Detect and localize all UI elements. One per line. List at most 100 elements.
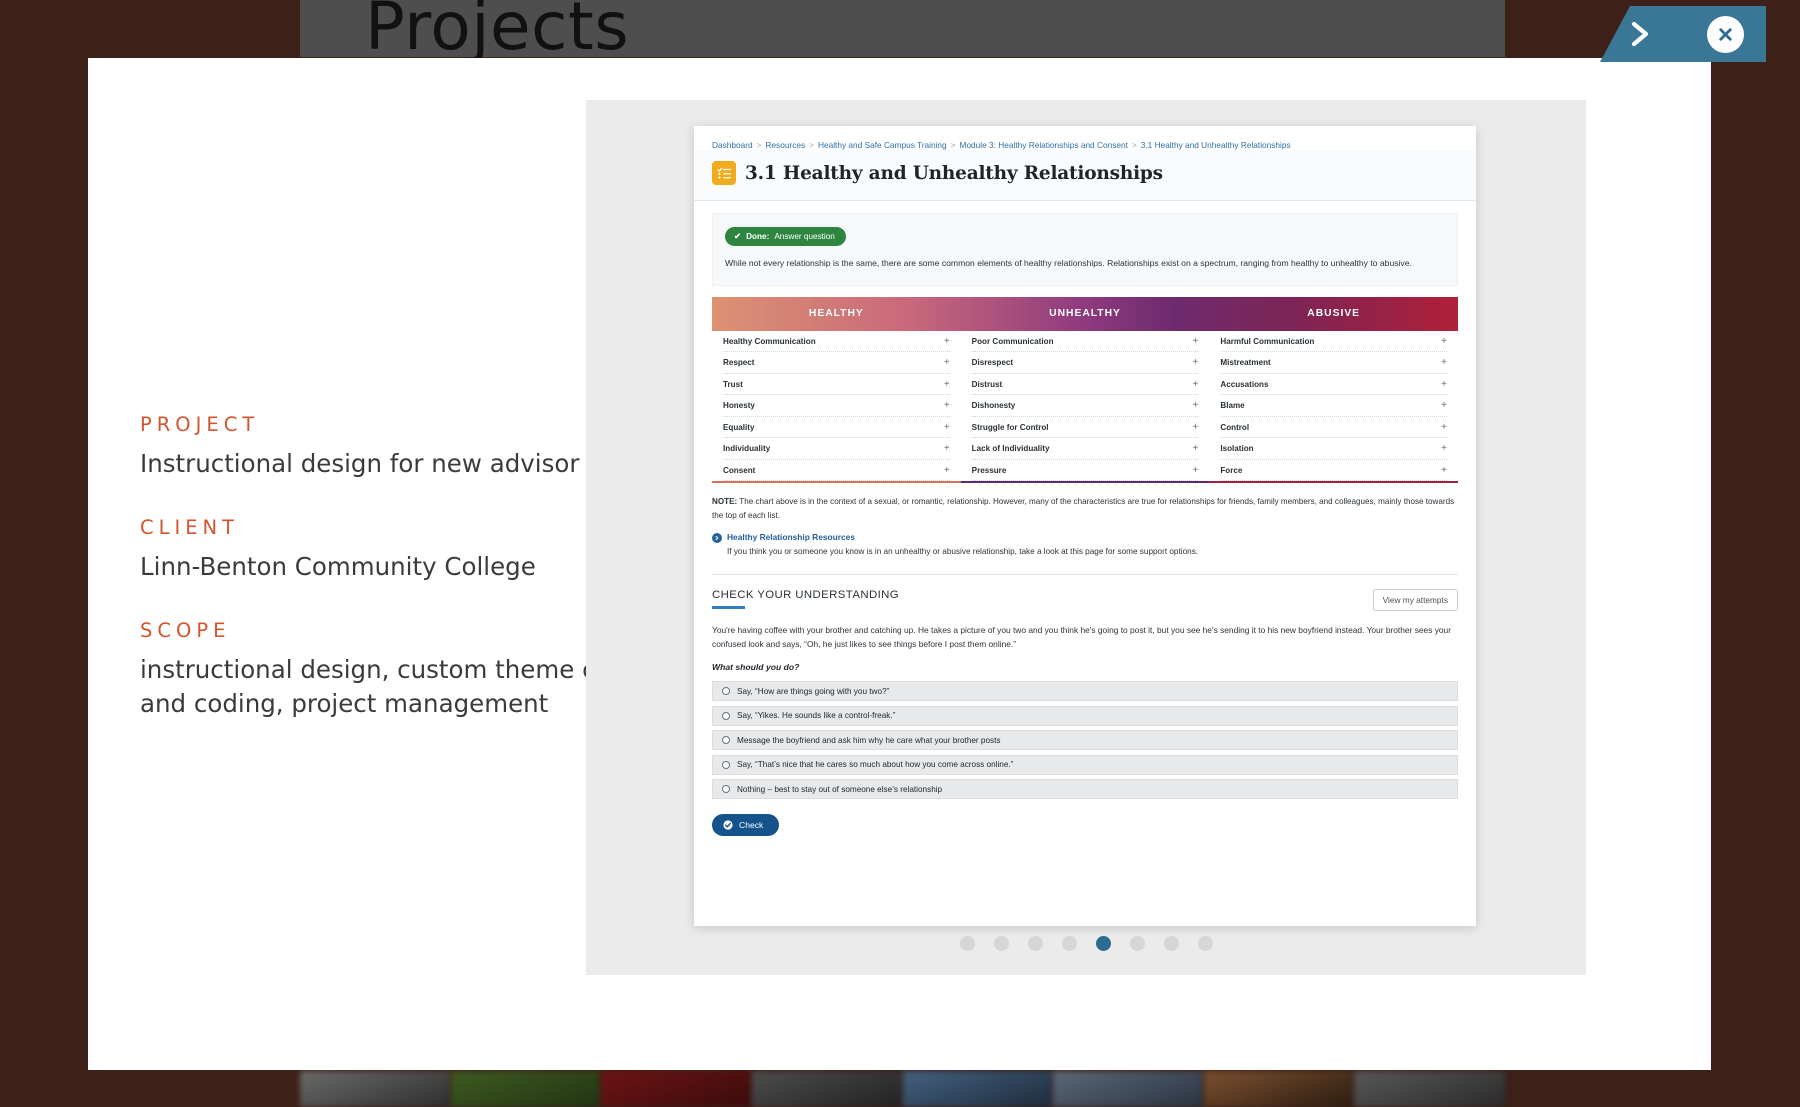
radio-button[interactable] [722,736,730,745]
carousel-dot-4[interactable] [1061,936,1077,951]
expand-icon: + [1441,400,1448,412]
spectrum-header-healthy: HEALTHY [808,308,864,320]
spectrum-item[interactable]: Equality + [723,417,950,439]
carousel-dot-6[interactable] [1129,936,1145,951]
spectrum-item-label: Healthy Communication [723,336,816,346]
spectrum-item[interactable]: Healthy Communication + [723,331,950,353]
check-understanding-title-group: CHECK YOUR UNDERSTANDING [712,589,899,609]
carousel-dot-1[interactable] [959,936,975,951]
spectrum-item[interactable]: Poor Communication + [971,331,1199,353]
spectrum-item[interactable]: Trust + [723,374,950,396]
expand-icon: + [1441,421,1448,433]
radio-button[interactable] [722,785,730,794]
content-panel: ✔ Done: Answer question While not every … [712,213,1458,286]
check-answer-button[interactable]: Check [712,813,780,836]
spectrum-item[interactable]: Respect + [723,352,950,374]
spectrum-item-label: Struggle for Control [971,422,1049,432]
spectrum-item[interactable]: Isolation + [1220,438,1448,460]
spectrum-item[interactable]: Mistreatment + [1220,352,1448,374]
spectrum-item-label: Trust [723,379,743,389]
view-attempts-button[interactable]: View my attempts [1372,588,1458,611]
quiz-prompt: What should you do? [712,662,800,673]
carousel-dot-8[interactable] [1197,936,1213,951]
carousel-dot-3[interactable] [1027,936,1043,951]
radio-button[interactable] [722,760,730,769]
spectrum-item[interactable]: Harmful Communication + [1220,331,1448,353]
spectrum-column-abusive: Harmful Communication + Mistreatment + Acc… [1209,331,1459,484]
background-thumbnail [601,1071,752,1107]
spectrum-item-label: Control [1220,422,1250,432]
section-title: CHECK YOUR UNDERSTANDING [712,588,900,601]
expand-icon: + [1192,443,1199,455]
breadcrumb-item-dashboard[interactable]: Dashboard [712,140,753,150]
spectrum-item-label: Pressure [971,465,1007,475]
quiz-option-label: Say, “How are things going with you two?… [737,686,890,696]
spectrum-item-label: Isolation [1220,444,1254,454]
next-project-button[interactable] [1620,14,1660,54]
breadcrumb-item-current[interactable]: 3.1 Healthy and Unhealthy Relationships [1141,140,1291,150]
spectrum-item[interactable]: Disrespect + [971,352,1199,374]
spectrum-item[interactable]: Blame + [1220,395,1448,417]
spectrum-item[interactable]: Dishonesty + [971,395,1199,417]
background-thumbnail [300,1071,451,1107]
breadcrumb-item-resources[interactable]: Resources [765,140,805,150]
spectrum-item-label: Blame [1220,401,1245,411]
expand-icon: + [1192,421,1199,433]
breadcrumb-separator: > [950,140,956,150]
title-underline [712,605,745,609]
spectrum-item[interactable]: Distrust + [971,374,1199,396]
expand-icon: + [943,443,950,455]
checklist-icon [712,161,736,185]
spectrum-item[interactable]: Individuality + [723,438,950,460]
breadcrumb: Dashboard > Resources > Healthy and Safe Cam… [694,126,1476,150]
close-overlay-button[interactable] [1707,16,1744,53]
spectrum-item[interactable]: Force + [1220,460,1448,482]
quiz-option[interactable]: Say, “How are things going with you two?… [712,681,1458,702]
spectrum-item-label: Disrespect [971,358,1014,368]
spectrum-item[interactable]: Honesty + [723,395,950,417]
background-thumbnail [902,1071,1054,1107]
note-text: The chart above is in the context of a s… [712,497,1455,520]
resource-link[interactable]: Healthy Relationship Resources [712,532,1458,543]
quiz-option[interactable]: Message the boyfriend and ask him why he… [712,730,1458,751]
breadcrumb-separator: > [809,140,814,150]
background-thumbnail [1354,1071,1505,1107]
spectrum-item[interactable]: Pressure + [971,460,1199,482]
quiz-option[interactable]: Nothing – best to stay out of someone el… [712,779,1458,800]
radio-button[interactable] [722,711,730,720]
quiz-option[interactable]: Say, “Yikes. He sounds like a control-fr… [712,705,1458,726]
section-divider [712,573,1458,575]
background-thumbnail [1053,1071,1204,1107]
spectrum-item[interactable]: Control + [1220,417,1448,439]
status-badge-state: Done: [746,232,770,241]
note-label: NOTE: [712,497,738,507]
carousel-dot-5[interactable] [1095,936,1111,951]
status-badge: ✔ Done: Answer question [725,227,846,246]
spectrum-item-label: Equality [723,422,755,432]
breadcrumb-separator: > [1131,140,1137,150]
quiz-option[interactable]: Say, “That’s nice that he cares so much … [712,754,1458,775]
spectrum-item[interactable]: Lack of Individuality + [971,438,1199,460]
breadcrumb-item-course[interactable]: Healthy and Safe Campus Training [818,140,947,150]
check-answer-label: Check [739,819,764,830]
spectrum-item-label: Consent [723,465,756,475]
spectrum-item[interactable]: Struggle for Control + [971,417,1199,439]
spectrum-item[interactable]: Accusations + [1220,374,1448,396]
background-page-title: Projects [365,0,630,65]
spectrum-item[interactable]: Consent + [723,460,950,482]
background-thumbnail [1203,1071,1355,1107]
spectrum-item-label: Poor Communication [971,336,1054,346]
carousel-dot-2[interactable] [993,936,1009,951]
expand-icon: + [1441,464,1448,476]
carousel-dot-7[interactable] [1163,936,1179,951]
radio-button[interactable] [722,687,730,696]
status-badge-task: Answer question [774,232,835,241]
expand-icon: + [943,357,950,369]
chevron-right-icon [1631,21,1649,47]
breadcrumb-item-module[interactable]: Module 3: Healthy Relationships and Cons… [960,140,1128,150]
spectrum-header-abusive: ABUSIVE [1307,308,1361,320]
quiz-options: Say, “How are things going with you two?… [712,681,1458,800]
spectrum-header-row: HEALTHY UNHEALTHY ABUSIVE [712,296,1458,331]
expand-icon: + [1192,400,1199,412]
spectrum-columns: Healthy Communication + Respect + Trust + H… [712,331,1459,484]
